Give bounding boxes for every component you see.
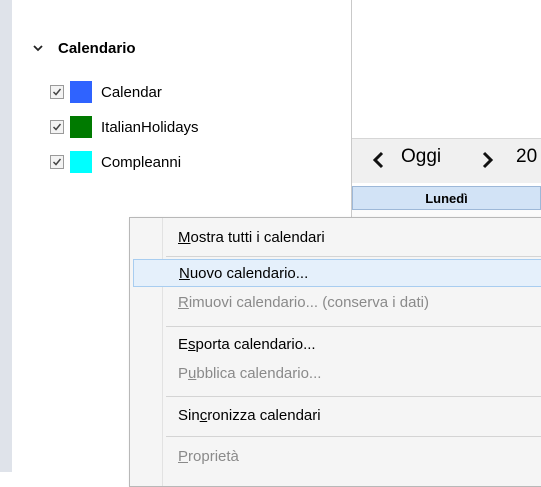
calendar-name: Calendar — [101, 83, 162, 101]
today-button[interactable]: Oggi — [401, 146, 441, 168]
calendar-item-compleanni[interactable]: Compleanni — [50, 150, 181, 174]
calendar-name: Compleanni — [101, 153, 182, 171]
menu-item-label: Nuovo calendario... — [179, 265, 309, 282]
calendar-name: ItalianHolidays — [101, 118, 199, 136]
menu-item-label: Proprietà — [178, 448, 239, 465]
menu-separator — [166, 396, 541, 397]
menu-item-label: Rimuovi calendario... (conserva i dati) — [178, 294, 429, 311]
menu-separator — [166, 436, 541, 437]
menu-item-publish-calendar[interactable]: Pubblica calendario... — [133, 360, 541, 388]
calendar-item-calendar[interactable]: Calendar — [50, 80, 162, 104]
calendar-color-swatch — [70, 151, 92, 173]
chevron-down-icon[interactable] — [32, 42, 44, 54]
calendar-color-swatch — [70, 116, 92, 138]
next-arrow-icon[interactable] — [480, 150, 496, 170]
menu-item-new-calendar[interactable]: Nuovo calendario... — [133, 259, 541, 287]
menu-item-label: Sincronizza calendari — [178, 407, 321, 424]
section-title: Calendario — [58, 39, 136, 57]
menu-item-show-all-calendars[interactable]: Mostra tutti i calendari — [133, 224, 541, 252]
menu-item-label: Esporta calendario... — [178, 336, 316, 353]
menu-item-label: Mostra tutti i calendari — [178, 229, 325, 246]
calendar-color-swatch — [70, 81, 92, 103]
calendar-item-italianholidays[interactable]: ItalianHolidays — [50, 115, 199, 139]
menu-item-export-calendar[interactable]: Esporta calendario... — [133, 331, 541, 359]
menu-item-remove-calendar[interactable]: Rimuovi calendario... (conserva i dati) — [133, 289, 541, 317]
calendar-checkbox[interactable] — [50, 155, 64, 169]
calendar-checkbox[interactable] — [50, 85, 64, 99]
menu-separator — [166, 326, 541, 327]
menu-separator — [166, 256, 541, 257]
context-menu: Mostra tutti i calendari Nuovo calendari… — [129, 217, 541, 487]
menu-item-label: Pubblica calendario... — [178, 365, 322, 382]
menu-item-properties[interactable]: Proprietà — [133, 443, 541, 471]
calendar-section-header[interactable]: Calendario — [32, 36, 136, 60]
day-column-header: Lunedì — [352, 186, 541, 210]
left-border — [0, 0, 12, 472]
date-range-text: 20 — [516, 146, 538, 167]
menu-item-synchronize-calendars[interactable]: Sincronizza calendari — [133, 402, 541, 430]
calendar-checkbox[interactable] — [50, 120, 64, 134]
previous-arrow-icon[interactable] — [370, 150, 386, 170]
